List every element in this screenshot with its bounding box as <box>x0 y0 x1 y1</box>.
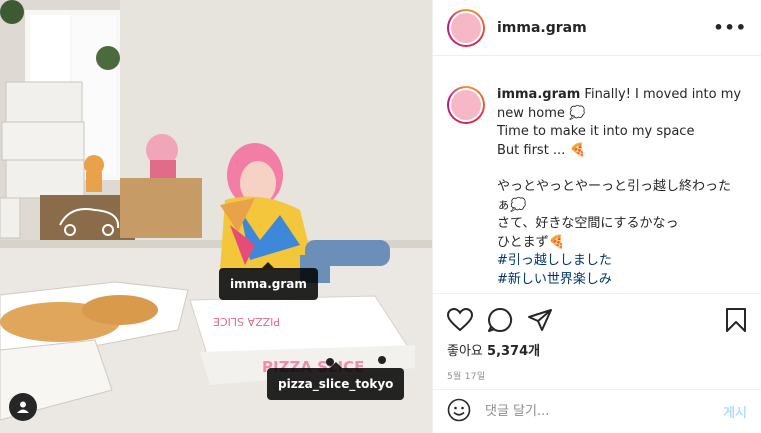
post-date[interactable]: 5월 17일 <box>447 369 747 382</box>
caption-line: やっとやっとやーっと引っ越し終わった <box>497 179 732 194</box>
heart-icon[interactable] <box>447 308 473 332</box>
comment-icon[interactable] <box>487 307 513 333</box>
post-photo[interactable]: PIZZA SLICE PIZZA SLICE imma.gram pizza_… <box>0 0 432 433</box>
comment-form: 게시 <box>433 389 761 433</box>
action-bar <box>447 304 747 336</box>
caption-line: Finally! I moved into my <box>580 87 742 102</box>
svg-text:PIZZA SLICE: PIZZA SLICE <box>213 315 280 328</box>
share-icon[interactable] <box>527 308 553 332</box>
caption-section: imma.gram Finally! I moved into my new h… <box>433 56 761 293</box>
caption-text: imma.gram Finally! I moved into my new h… <box>497 86 747 293</box>
caption-line: new home 💭 <box>497 105 586 121</box>
action-section: 좋아요 5,374개 5월 17일 게시 <box>433 293 761 433</box>
caption-line: But first ... 🍕 <box>497 142 586 158</box>
header-username[interactable]: imma.gram <box>497 20 587 36</box>
user-tag-button[interactable] <box>9 393 37 421</box>
more-icon[interactable]: ••• <box>713 18 747 37</box>
caption-line: さて、好きな空間にするかなっ <box>497 216 679 231</box>
caption-avatar[interactable] <box>447 86 485 124</box>
hashtag-link[interactable]: #引っ越ししました <box>497 252 747 271</box>
hashtag-link[interactable]: #新しい世界楽しみ <box>497 271 747 290</box>
user-tag-icon <box>17 401 29 413</box>
instagram-post: PIZZA SLICE PIZZA SLICE imma.gram pizza_… <box>0 0 761 433</box>
bookmark-icon[interactable] <box>725 307 747 333</box>
emoji-icon[interactable] <box>447 398 471 426</box>
caption-line: ひとまず🍕 <box>497 234 565 250</box>
caption-line: Time to make it into my space <box>497 124 695 139</box>
user-tag-bubble[interactable]: pizza_slice_tokyo <box>267 362 405 400</box>
post-comment-button[interactable]: 게시 <box>723 402 747 421</box>
post-header: imma.gram ••• <box>433 0 761 56</box>
user-tag-bubble[interactable]: imma.gram <box>219 262 318 300</box>
avatar[interactable] <box>447 8 485 47</box>
post-sidebar: imma.gram ••• imma.gram Finally! I moved… <box>432 0 761 433</box>
caption-username[interactable]: imma.gram <box>497 87 580 102</box>
caption-line: ぁ💭 <box>497 197 527 213</box>
comment-input[interactable] <box>485 404 724 419</box>
likes-count[interactable]: 좋아요 5,374개 <box>447 340 747 359</box>
